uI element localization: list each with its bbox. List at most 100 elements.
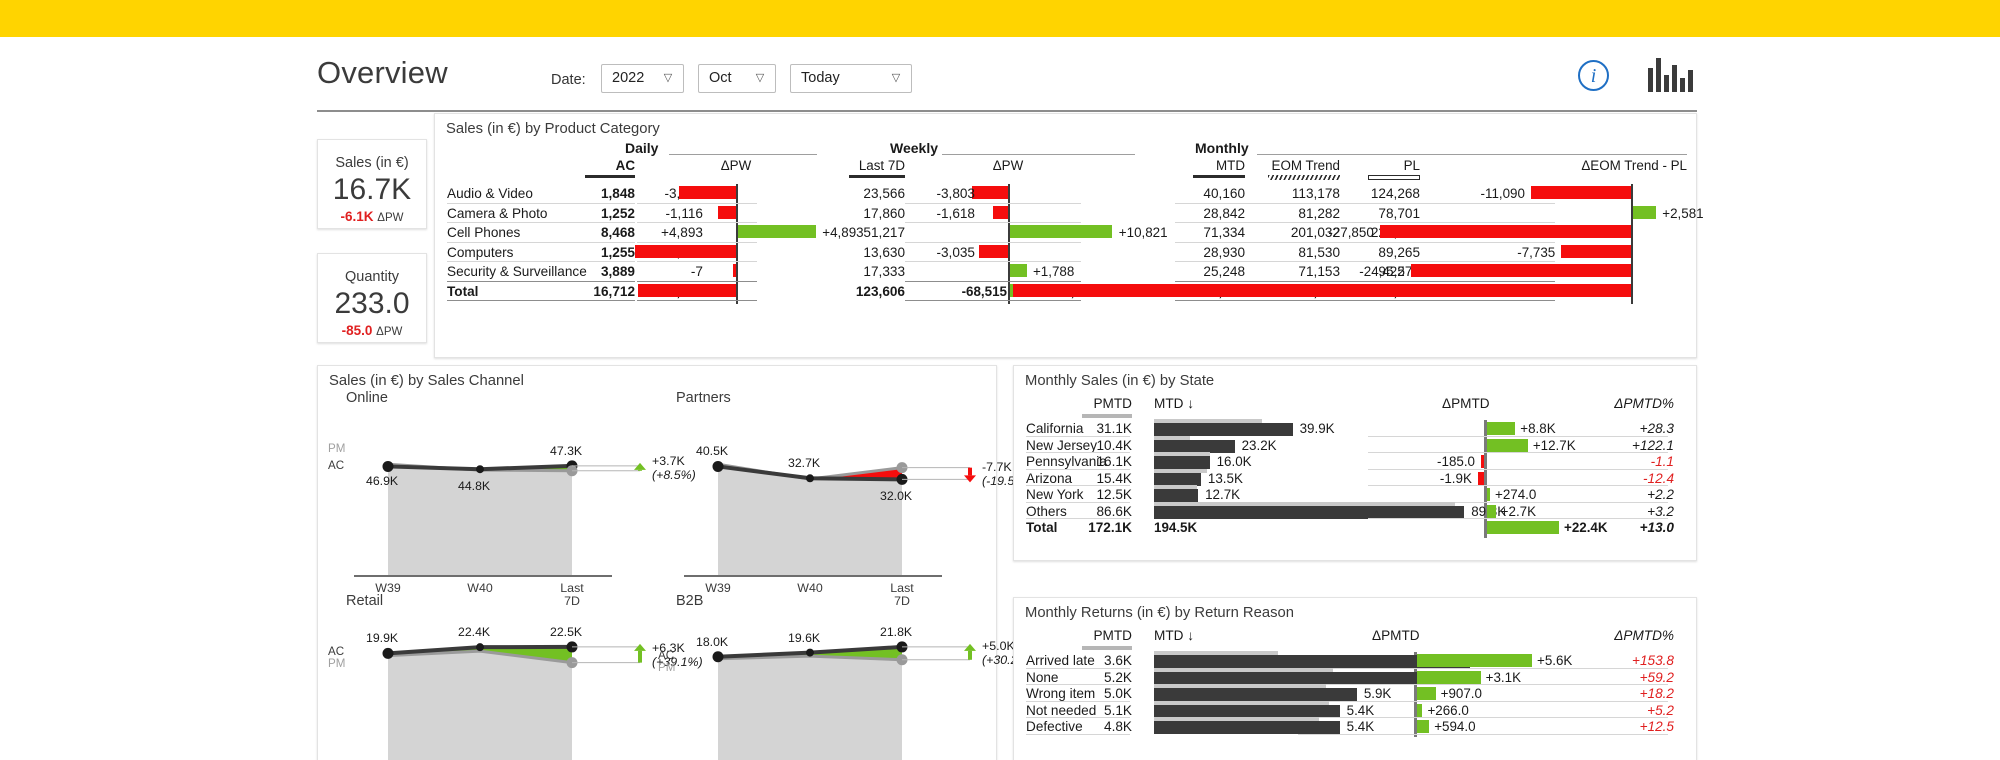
cell-last7d: 123,606 <box>855 283 905 299</box>
table-row: Cell Phones 8,468 +4,893 51,217 71,334 201,03… <box>435 223 1696 243</box>
dpmtd-bar <box>1417 703 1423 717</box>
delta-bar-eom <box>1379 225 1631 238</box>
dpmtd-bar-label: +594.0 <box>1434 719 1476 734</box>
mtd-bar-label: 13.5K <box>1207 470 1243 486</box>
delta-bar-weekly <box>971 186 1008 199</box>
cell-dpmtd-pct: -1.1 <box>1650 454 1674 469</box>
point-label: 19.6K <box>788 630 821 645</box>
dpmtd-bar <box>1417 687 1436 700</box>
kpi-card-quantity[interactable]: Quantity 233.0 -85.0 ΔPW <box>317 253 427 343</box>
kpi-delta-value: -6.1K <box>340 209 374 224</box>
mtd-bar <box>1154 439 1235 453</box>
dpmtd-bar <box>1487 488 1490 501</box>
table-row: Total16,712-6,122123,606194,514548,17661… <box>435 282 1696 302</box>
column-header-dpmtd-pct: ΔPMTD% <box>1614 396 1674 411</box>
delta-bar-weekly <box>1009 264 1027 277</box>
group-header-2: Monthly <box>1195 140 1249 156</box>
column-underline <box>1193 175 1245 178</box>
delta-bar-eom-label: -7,735 <box>1517 244 1556 260</box>
table-row: Arizona 15.4K 13.5K -1.9K -12.4 <box>1014 468 1696 487</box>
cell-dpw-weekly: -1,618 <box>936 205 975 221</box>
column-header-pmtd: PMTD <box>1093 396 1132 411</box>
cell-pmtd: 4.8K <box>1104 719 1132 734</box>
delta-bar-daily <box>638 283 736 297</box>
delta-bar-eom <box>1012 283 1631 297</box>
point-label: 21.8K <box>880 624 913 639</box>
dashboard-page: Overview Date: 2022 ▽ Oct ▽ Today ▽ i Sa… <box>0 0 2000 760</box>
column-header-1: ΔPW <box>720 158 752 173</box>
cell-dpw-daily: -1,116 <box>665 205 703 221</box>
point-label: 32.7K <box>788 456 821 471</box>
period-select[interactable]: Today ▽ <box>790 64 912 93</box>
mtd-bar <box>1154 489 1199 502</box>
table-total-row: Total 172.1K 194.5K +22.4K +13.0 <box>1014 519 1696 536</box>
mtd-bar <box>1154 688 1357 701</box>
year-select[interactable]: 2022 ▽ <box>601 64 684 93</box>
cell-dpmtd-pct: +12.5 <box>1639 719 1674 734</box>
delta-bar-daily <box>737 225 816 238</box>
delta-bar-weekly-label: +1,788 <box>1032 264 1075 279</box>
cell-dpmtd-pct: +59.2 <box>1639 669 1674 685</box>
cell-pl: 124,268 <box>1370 186 1420 201</box>
row-label: Total <box>447 283 479 299</box>
cell-ac: 1,848 <box>600 186 635 201</box>
mtd-bar <box>1154 505 1465 519</box>
column-underline <box>585 175 635 178</box>
returns-table-card: Monthly Returns (in €) by Return Reason … <box>1013 597 1697 760</box>
sales-channel-title: Sales (in €) by Sales Channel <box>329 373 524 389</box>
row-label: Cell Phones <box>447 225 521 240</box>
channel-plot <box>712 641 976 760</box>
delta-bar-daily <box>718 205 736 219</box>
cell-dpmtd-pct: +13.0 <box>1639 520 1674 535</box>
cell-last7d: 23,566 <box>863 186 905 201</box>
app-logo-icon[interactable] <box>1648 58 1693 92</box>
dpmtd-bar-label: +3.1K <box>1485 669 1522 685</box>
dpmtd-bar-label: +12.7K <box>1532 437 1576 453</box>
month-select[interactable]: Oct ▽ <box>698 64 776 93</box>
cell-pmtd: 31.1K <box>1096 421 1132 436</box>
cell-dpmtd-pct: +2.2 <box>1647 487 1674 502</box>
channel-plot <box>382 641 646 760</box>
dpmtd-bar <box>1487 521 1559 534</box>
point-label: 19.9K <box>366 631 399 646</box>
cell-mtd: 71,334 <box>1203 225 1245 240</box>
mtd-bar-label: 5.4K <box>1346 719 1375 734</box>
row-name: Arizona <box>1026 470 1073 486</box>
page-header <box>0 37 2000 95</box>
info-icon[interactable]: i <box>1578 60 1609 91</box>
kpi-card-sales[interactable]: Sales (in €) 16.7K -6.1K ΔPW <box>317 139 427 229</box>
column-underline <box>849 175 905 178</box>
point-label: 40.5K <box>696 444 729 459</box>
sales-channel-card: Sales (in €) by Sales Channel Online PM AC… <box>317 365 1033 760</box>
cell-eom: 81,530 <box>1298 244 1340 260</box>
mtd-bar <box>1154 704 1340 718</box>
table-row: New York 12.5K 12.7K +274.0 +2.2 <box>1014 485 1696 503</box>
table-row: Defective 4.8K 5.4K +594.0 +12.5 <box>1014 717 1696 735</box>
cell-mtd: 25,248 <box>1203 264 1245 279</box>
kpi-label: Quantity <box>345 269 399 285</box>
row-separator <box>637 300 757 301</box>
kpi-delta-value: -85.0 <box>341 323 373 338</box>
table-row: Wrong item 5.0K 5.9K +907.0 +18.2 <box>1014 684 1696 702</box>
delta-bar-eom-label: -68,515 <box>961 283 1007 299</box>
point-label: 18.0K <box>696 634 729 649</box>
row-separator <box>1175 300 1555 301</box>
row-label: Camera & Photo <box>447 205 548 221</box>
delta-bar-daily <box>733 264 736 277</box>
column-header-0: AC <box>615 158 635 173</box>
mtd-bar <box>1154 472 1201 486</box>
product-category-card: Sales (in €) by Product Category Daily We… <box>434 113 1704 358</box>
delta-bar-eom <box>1410 264 1631 277</box>
cell-ac: 16,712 <box>593 283 635 299</box>
kpi-delta-unit: ΔPW <box>376 326 403 338</box>
column-header-dpmtd-pct: ΔPMTD% <box>1614 628 1674 643</box>
page-title: Overview <box>317 55 448 90</box>
column-header-pmtd: PMTD <box>1093 628 1132 643</box>
cell-pmtd: 5.1K <box>1104 702 1132 718</box>
table-row: Not needed 5.1K 5.4K +266.0 +5.2 <box>1014 700 1696 719</box>
cell-dpw-weekly: -3,803 <box>936 186 975 201</box>
dpmtd-bar-label: -1.9K <box>1439 470 1472 486</box>
group-rule <box>669 154 817 155</box>
mtd-bar <box>1154 456 1210 469</box>
kpi-delta: -85.0 ΔPW <box>318 323 426 338</box>
